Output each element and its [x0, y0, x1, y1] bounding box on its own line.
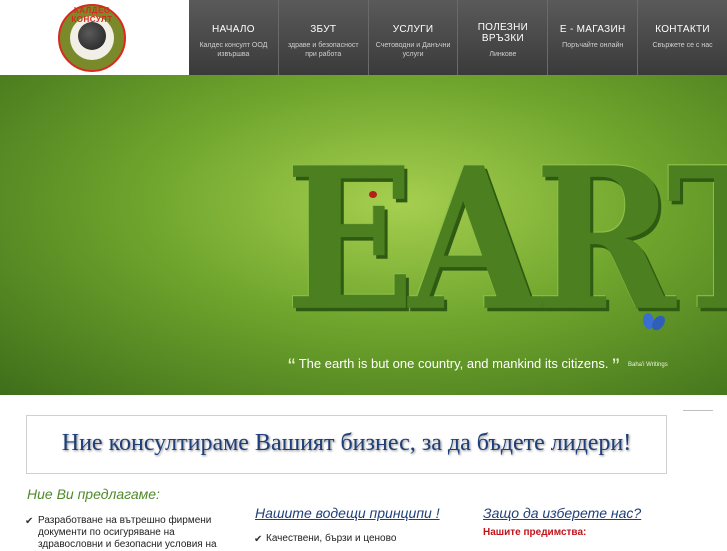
check-icon: ✔: [254, 534, 263, 545]
principles-item: Качествени, бързи и ценово: [266, 533, 397, 544]
why-title[interactable]: Защо да изберете нас?: [483, 505, 641, 521]
close-quote-icon: ”: [612, 354, 620, 379]
nav-subtitle: Калдес консулт ООД извършва: [199, 42, 268, 58]
header: КАЛДЕС КОНСУЛТ НАЧАЛО Калдес консулт ООД…: [0, 0, 727, 75]
check-icon: ✔: [25, 516, 34, 527]
principles-title[interactable]: Нашите водещи принципи !: [255, 505, 440, 521]
nav-subtitle: Свържете се с нас: [652, 42, 713, 49]
tagline: Ние консултираме Вашият бизнес, за да бъ…: [61, 430, 632, 456]
divider: [683, 410, 713, 411]
nav-title: ЗБУТ: [310, 24, 337, 35]
nav-item-safety[interactable]: ЗБУТ здраве и безопасност при работа: [279, 0, 369, 75]
quote-source: Baha'i Writings: [628, 362, 668, 368]
hero-quote: The earth is but one country, and mankin…: [298, 356, 609, 371]
nav-subtitle: здраве и безопасност при работа: [287, 42, 359, 58]
nav-item-shop[interactable]: Е - МАГАЗИН Поръчайте онлайн: [548, 0, 639, 75]
hero-word: EARTH: [285, 125, 727, 355]
open-quote-icon: “: [288, 354, 296, 379]
offer-title: Ние Ви предлагаме:: [27, 486, 160, 502]
nav-item-home[interactable]: НАЧАЛО Калдес консулт ООД извършва: [189, 0, 279, 75]
company-logo[interactable]: КАЛДЕС КОНСУЛТ: [58, 4, 126, 72]
nav-title: Е - МАГАЗИН: [559, 24, 626, 35]
nav-subtitle: Поръчайте онлайн: [562, 42, 624, 49]
logo-text: КАЛДЕС КОНСУЛТ: [71, 6, 113, 24]
nav-subtitle: Счетоводни и Данъчни услуги: [375, 42, 451, 58]
nav-item-links[interactable]: ПОЛЕЗНИ ВРЪЗКИ Линкове: [458, 0, 549, 75]
tagline-box: Ние консултираме Вашият бизнес, за да бъ…: [26, 415, 667, 474]
main-nav: НАЧАЛО Калдес консулт ООД извършва ЗБУТ …: [189, 0, 727, 75]
nav-item-contacts[interactable]: КОНТАКТИ Свържете се с нас: [638, 0, 727, 75]
nav-title: НАЧАЛО: [212, 24, 255, 35]
hero-quote-wrap: “ The earth is but one country, and mank…: [288, 354, 619, 380]
nav-item-services[interactable]: УСЛУГИ Счетоводни и Данъчни услуги: [369, 0, 459, 75]
globe-icon: [78, 22, 106, 50]
nav-title: КОНТАКТИ: [655, 24, 710, 35]
nav-title: ПОЛЕЗНИ ВРЪЗКИ: [477, 22, 529, 44]
hero-banner: EARTH: [0, 75, 727, 395]
logo-area[interactable]: КАЛДЕС КОНСУЛТ: [0, 0, 188, 75]
advantages-label: Нашите предимства:: [483, 527, 587, 538]
butterfly-icon: [640, 311, 667, 335]
offer-item: Разработване на вътрешно фирмени докумен…: [38, 515, 217, 550]
nav-subtitle: Линкове: [489, 51, 517, 58]
nav-title: УСЛУГИ: [392, 24, 434, 35]
ladybug-icon: [369, 191, 377, 198]
